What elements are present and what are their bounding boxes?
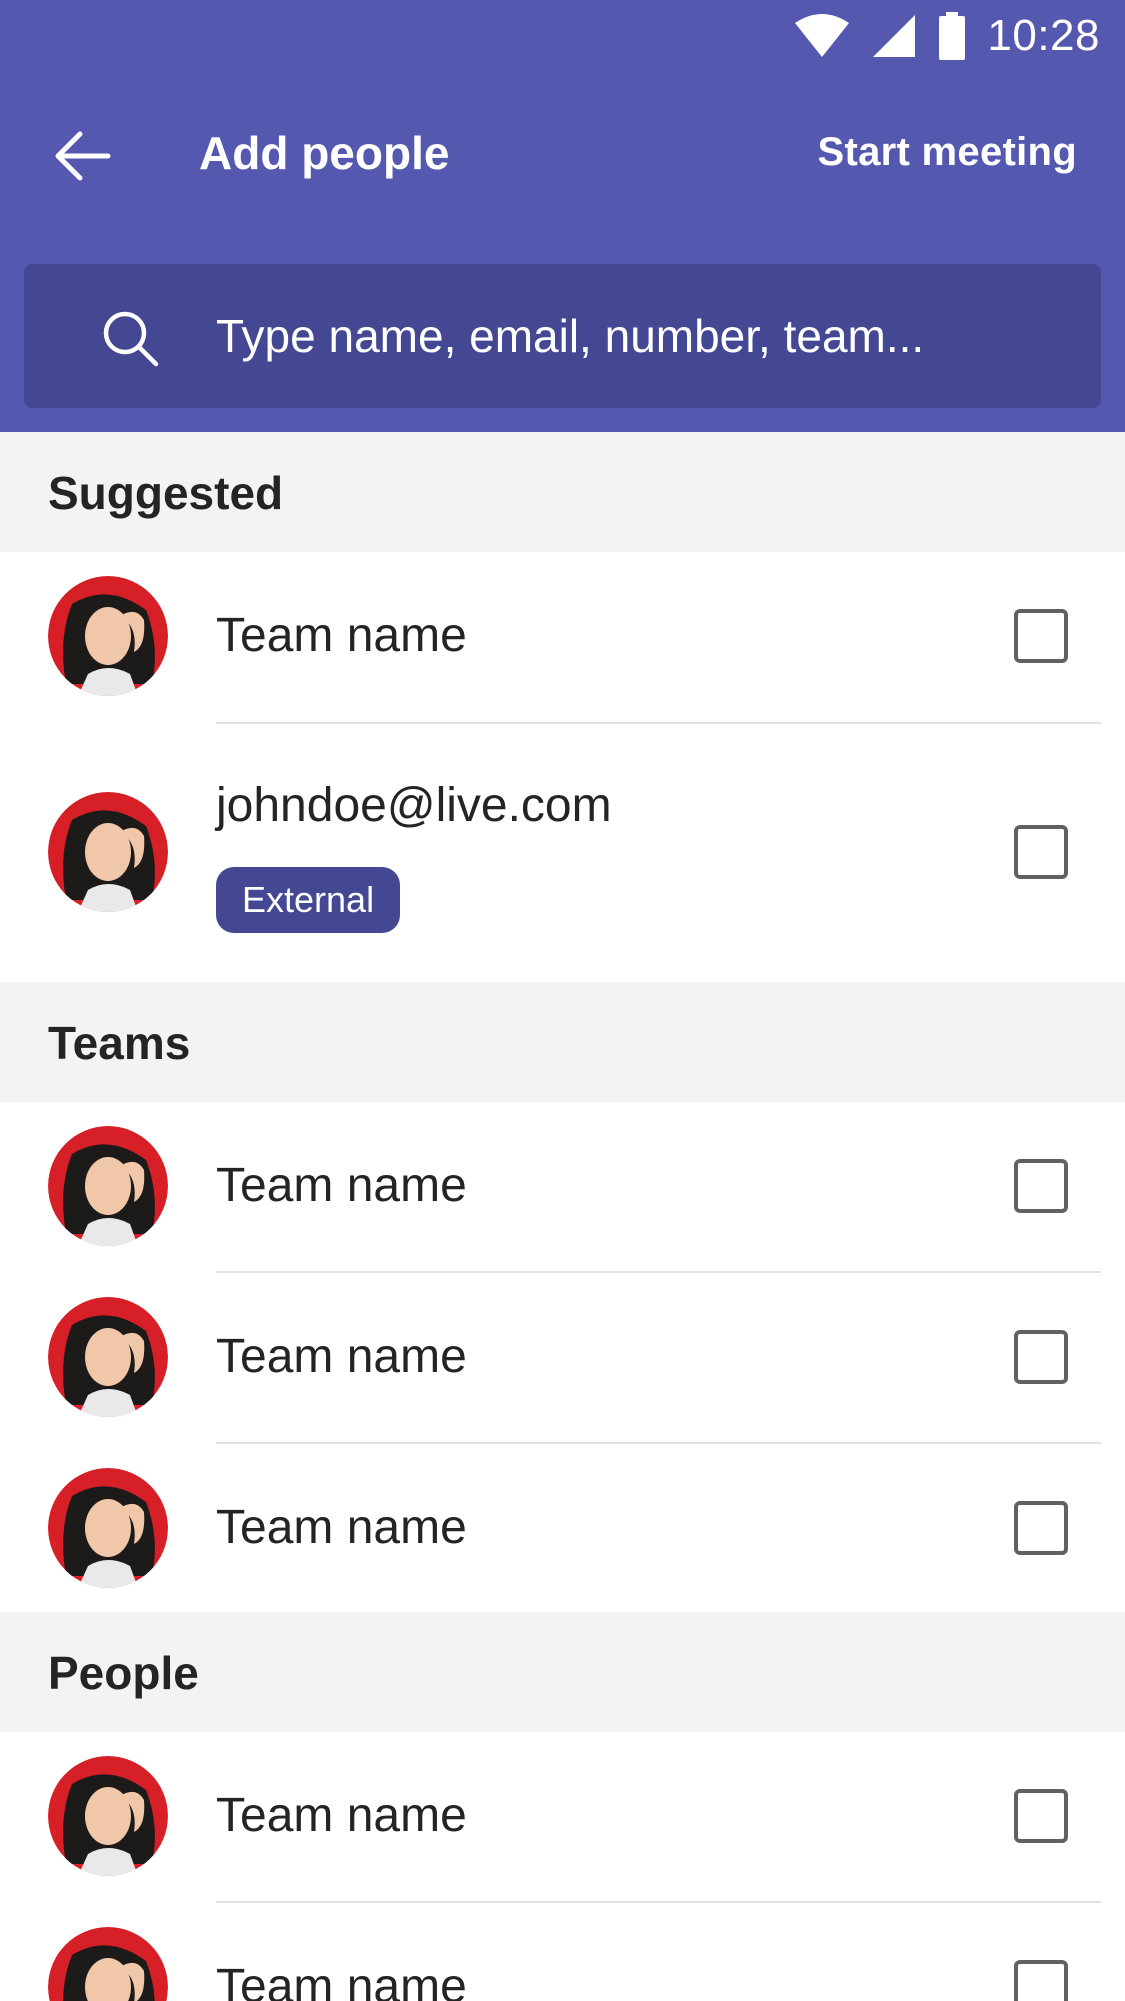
search-input[interactable] xyxy=(216,264,1076,408)
search-icon xyxy=(103,311,159,367)
checkbox[interactable] xyxy=(1014,1501,1068,1555)
avatar xyxy=(48,1927,168,2001)
list-item[interactable]: Team name xyxy=(0,1273,1125,1444)
wifi-icon xyxy=(795,14,850,57)
section-title: Suggested xyxy=(48,467,284,519)
avatar xyxy=(48,1468,168,1588)
section-header-teams: Teams xyxy=(0,982,1125,1102)
item-label: Team name xyxy=(216,1960,467,2001)
avatar xyxy=(48,576,168,696)
avatar xyxy=(48,1756,168,1876)
external-badge: External xyxy=(216,867,401,933)
page-title: Add people xyxy=(199,127,450,179)
signal-icon xyxy=(873,15,916,57)
section-header-suggested: Suggested xyxy=(0,432,1125,552)
checkbox[interactable] xyxy=(1014,1159,1068,1213)
checkbox[interactable] xyxy=(1014,1330,1068,1384)
item-label: johndoe@live.com xyxy=(216,779,612,832)
section-header-people: People xyxy=(0,1612,1125,1732)
avatar xyxy=(48,792,168,912)
arrow-left-icon xyxy=(55,131,111,181)
header: 10:28 Add people Start meeting xyxy=(0,0,1125,432)
section-title: People xyxy=(48,1647,199,1699)
start-meeting-button[interactable]: Start meeting xyxy=(817,130,1077,175)
search-bar[interactable] xyxy=(24,264,1101,408)
app-bar: Add people Start meeting xyxy=(0,100,1125,212)
checkbox[interactable] xyxy=(1014,609,1068,663)
battery-icon xyxy=(939,12,966,60)
add-people-screen: 10:28 Add people Start meeting Suggested xyxy=(0,0,1125,2001)
item-label: Team name xyxy=(216,609,467,662)
checkbox[interactable] xyxy=(1014,825,1068,879)
avatar xyxy=(48,1297,168,1417)
avatar xyxy=(48,1126,168,1246)
list-item[interactable]: Team name xyxy=(0,552,1125,724)
list-item[interactable]: Team name xyxy=(0,1444,1125,1612)
section-title: Teams xyxy=(48,1017,191,1069)
status-bar: 10:28 xyxy=(793,8,1100,64)
checkbox[interactable] xyxy=(1014,1960,1068,2001)
list-item[interactable]: Team name xyxy=(0,1102,1125,1273)
item-label: Team name xyxy=(216,1501,467,1554)
list-item[interactable]: Team name xyxy=(0,1903,1125,2001)
checkbox[interactable] xyxy=(1014,1789,1068,1843)
back-button[interactable] xyxy=(40,122,124,190)
item-label: Team name xyxy=(216,1330,467,1383)
list-item[interactable]: johndoe@live.com External xyxy=(0,724,1125,982)
status-time: 10:28 xyxy=(987,11,1100,60)
item-label: Team name xyxy=(216,1789,467,1842)
item-label: Team name xyxy=(216,1159,467,1212)
list-item[interactable]: Team name xyxy=(0,1732,1125,1903)
